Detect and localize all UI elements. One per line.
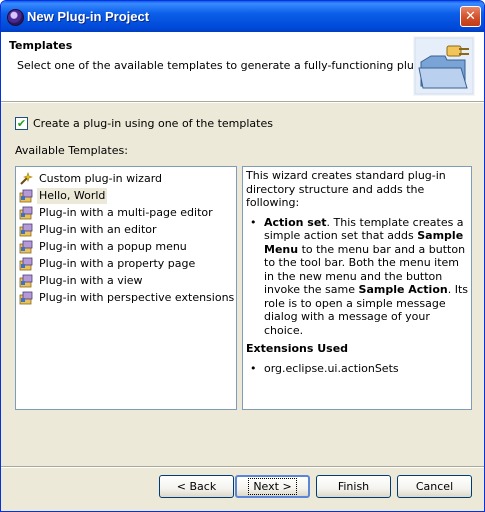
title-bar[interactable]: New Plug-in Project ✕ — [1, 1, 484, 32]
template-item-label: Plug-in with a multi-page editor — [39, 206, 213, 219]
custom-wizard-icon — [20, 172, 33, 185]
close-button[interactable]: ✕ — [460, 6, 481, 27]
finish-button[interactable]: Finish — [316, 475, 391, 498]
template-item-label: Plug-in with perspective extensions — [39, 291, 235, 304]
description-bullet: Action set. This template creates a simp… — [246, 216, 468, 338]
template-item-label: Hello, World — [37, 188, 108, 204]
bullet-bold-2: Sample Action — [358, 283, 448, 296]
header-separator — [1, 102, 484, 103]
page-title: Templates — [9, 39, 73, 52]
template-item-label: Plug-in with a view — [39, 274, 143, 287]
template-description: This wizard creates standard plug-in dir… — [242, 166, 472, 410]
template-icon — [19, 257, 33, 271]
description-intro: This wizard creates standard plug-in dir… — [246, 169, 446, 209]
use-template-checkbox[interactable]: ✔ — [15, 117, 28, 130]
page-description: Select one of the available templates to… — [17, 59, 439, 72]
template-item-label: Plug-in with a property page — [39, 257, 196, 270]
cancel-button[interactable]: Cancel — [397, 475, 472, 498]
available-templates-label: Available Templates: — [15, 144, 128, 157]
template-item-label: Plug-in with a popup menu — [39, 240, 187, 253]
template-item-label: Plug-in with an editor — [39, 223, 157, 236]
use-template-label[interactable]: Create a plug-in using one of the templa… — [33, 117, 273, 130]
next-button[interactable]: Next > — [235, 475, 310, 498]
next-button-label: Next > — [248, 478, 297, 495]
bullet-title: Action set — [264, 215, 327, 229]
template-icon — [19, 274, 33, 288]
template-icon — [19, 189, 33, 203]
window-title: New Plug-in Project — [27, 9, 150, 24]
template-item-label: Custom plug-in wizard — [39, 172, 163, 185]
template-icon — [19, 206, 33, 220]
button-bar-separator — [1, 466, 484, 468]
new-plugin-banner-icon — [413, 36, 475, 96]
template-icon — [19, 240, 33, 254]
templates-list[interactable]: Custom plug-in wizard Hello, World Plug-in… — [15, 166, 237, 410]
back-button[interactable]: < Back — [159, 475, 234, 498]
extension-item: org.eclipse.ui.actionSets — [246, 362, 468, 376]
eclipse-icon — [7, 9, 24, 26]
wizard-header: Templates Select one of the available te… — [1, 32, 484, 102]
template-icon — [19, 223, 33, 237]
wizard-window: New Plug-in Project ✕ Templates Select o… — [0, 0, 485, 512]
extensions-heading: Extensions Used — [246, 342, 349, 355]
template-icon — [19, 291, 33, 305]
